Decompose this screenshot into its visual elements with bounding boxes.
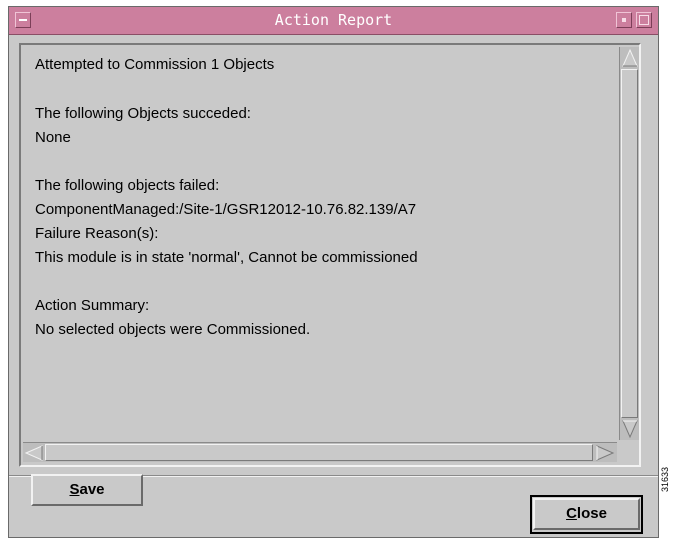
report-line: Failure Reason(s): xyxy=(35,225,159,242)
report-line: Action Summary: xyxy=(35,297,150,314)
report-text-frame: Attempted to Commission 1 Objects The fo… xyxy=(19,43,641,467)
scroll-right-arrow-icon[interactable] xyxy=(595,444,615,462)
report-line: None xyxy=(35,129,71,146)
maximize-icon xyxy=(639,15,649,25)
report-line: Attempted to Commission 1 Objects xyxy=(35,56,275,73)
minimize-icon xyxy=(622,18,626,22)
report-line: ComponentManaged:/Site-1/GSR12012-10.76.… xyxy=(35,201,417,218)
save-button-label: Save xyxy=(69,481,105,498)
horizontal-scrollbar[interactable] xyxy=(23,442,617,462)
horizontal-scroll-thumb[interactable] xyxy=(45,444,593,461)
vertical-scrollbar[interactable] xyxy=(619,47,639,440)
scroll-left-arrow-icon[interactable] xyxy=(24,444,44,462)
action-report-window: Action Report Attempted to Commission 1 … xyxy=(8,6,659,538)
report-line: The following objects failed: xyxy=(35,177,220,194)
title-bar[interactable]: Action Report xyxy=(9,7,658,35)
report-text-area[interactable]: Attempted to Commission 1 Objects The fo… xyxy=(23,47,617,440)
save-button[interactable]: Save xyxy=(31,474,143,506)
vertical-scroll-thumb[interactable] xyxy=(621,69,638,418)
close-button-label: Close xyxy=(566,505,607,522)
scroll-up-arrow-icon[interactable] xyxy=(621,48,639,68)
report-line: The following Objects succeded: xyxy=(35,105,251,122)
close-button[interactable]: Close xyxy=(533,498,640,530)
close-button-default-ring: Close xyxy=(530,495,643,534)
maximize-button[interactable] xyxy=(636,12,652,28)
figure-number: 31633 xyxy=(660,466,670,492)
report-line: No selected objects were Commissioned. xyxy=(35,321,311,338)
scroll-down-arrow-icon[interactable] xyxy=(621,419,639,439)
window-title: Action Report xyxy=(274,11,393,29)
minimize-button[interactable] xyxy=(616,12,632,28)
report-line: This module is in state 'normal', Cannot… xyxy=(35,249,418,266)
